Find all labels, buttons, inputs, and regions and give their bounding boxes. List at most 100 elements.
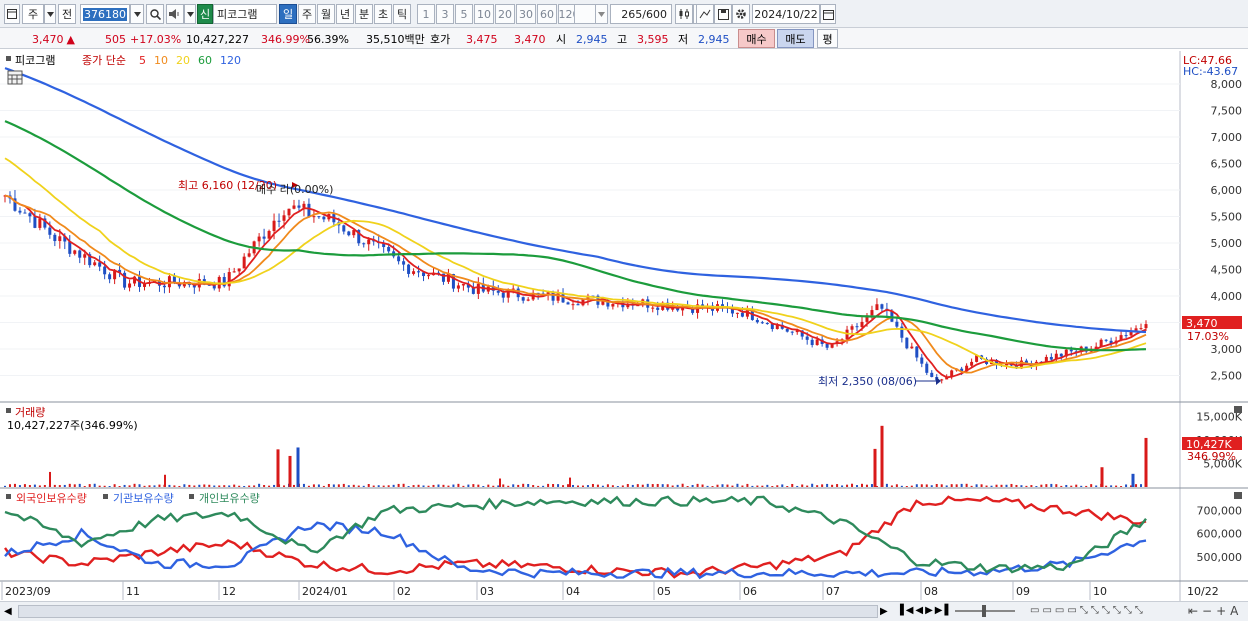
code-dropdown-icon[interactable] (130, 4, 144, 24)
volume-bar (1030, 485, 1033, 487)
interval-tab-1[interactable]: 1 (417, 4, 435, 24)
holding-handle-icon[interactable] (189, 494, 194, 499)
volume-bar (1035, 486, 1038, 487)
candle (1139, 328, 1143, 330)
volume-bar (616, 486, 619, 487)
volume-title: 거래량 (15, 406, 45, 419)
quote-label: 호가 (430, 33, 451, 46)
volume-bar (133, 483, 136, 487)
volume-bar (930, 485, 933, 487)
scroll-left-icon[interactable]: ◀ (4, 606, 12, 617)
volume-bar (890, 485, 893, 487)
low-label: 저 (678, 33, 689, 46)
holding-handle-icon[interactable] (6, 494, 11, 499)
holding-handle-icon[interactable] (103, 494, 108, 499)
volume-bar (138, 484, 141, 487)
period-tab-0[interactable]: 일 (279, 4, 297, 24)
x-label: 08 (924, 585, 938, 598)
volume-handle-icon[interactable] (6, 408, 11, 413)
price-tick: 2,500 (1211, 370, 1243, 383)
prev-code-button[interactable]: 전 (58, 4, 76, 24)
volume-bar (68, 483, 71, 487)
interval-dropdown-icon[interactable] (595, 4, 608, 24)
scroll-track[interactable] (18, 605, 878, 618)
period-tab-1[interactable]: 주 (298, 4, 316, 24)
volume-bar (283, 485, 286, 487)
volume-bar (801, 484, 804, 487)
volume-bar (502, 484, 505, 487)
candle-type-icon[interactable] (675, 4, 693, 24)
volume-bar (422, 485, 425, 487)
x-end-label: 10/22 (1187, 585, 1219, 598)
average-button[interactable]: 평 (817, 29, 838, 48)
stock-chart[interactable]: 8,000 7,500 7,000 6,500 6,000 5,500 5,000 4,500… (0, 51, 1248, 621)
low-price: 2,945 (698, 32, 730, 46)
volume-bar (78, 483, 81, 487)
candle (237, 268, 241, 272)
volume-bar (641, 484, 644, 487)
playback-controls[interactable]: ▐◀◀▶▶▌ (896, 605, 954, 616)
panel-grid-icon[interactable] (7, 70, 23, 85)
market-select[interactable]: 주 (22, 4, 44, 24)
interval-tab-3[interactable]: 3 (436, 4, 454, 24)
save-icon[interactable] (714, 4, 732, 24)
volume-bar (412, 485, 415, 487)
volume-bar (601, 485, 604, 487)
volume-bar (13, 483, 16, 487)
period-tab-4[interactable]: 분 (355, 4, 373, 24)
settings-gear-icon[interactable] (732, 4, 750, 24)
period-tab-5[interactable]: 초 (374, 4, 392, 24)
period-tab-6[interactable]: 틱 (393, 4, 411, 24)
candle (262, 236, 266, 239)
volume-bar (158, 484, 161, 487)
x-label: 05 (657, 585, 671, 598)
price-tick: 4,500 (1211, 264, 1243, 277)
draw-tool-icon[interactable] (696, 4, 714, 24)
period-tab-3[interactable]: 년 (336, 4, 354, 24)
holding-close-icon[interactable] (1234, 492, 1242, 499)
scroll-right-icon[interactable]: ▶ (880, 606, 888, 617)
bid-price: 3,470 (514, 32, 546, 46)
date-field[interactable]: 2024/10/22 (752, 4, 820, 24)
speaker-icon[interactable] (166, 4, 184, 24)
zoom-controls[interactable]: ⇤−+A (1188, 604, 1242, 618)
panel-handle-icon[interactable] (6, 56, 11, 61)
stock-name-field[interactable]: 피코그램 (213, 4, 277, 24)
candle (735, 312, 739, 314)
volume-bar (113, 484, 116, 487)
scroll-bar[interactable]: ◀ ▶ ▐◀◀▶▶▌ ▭▭▭▭⤡⤡⤡⤡⤡⤡ ⇤−+A (0, 601, 1248, 621)
stock-code-input[interactable]: 376180 (80, 4, 130, 24)
interval-tab-5[interactable]: 5 (455, 4, 473, 24)
period-tab-2[interactable]: 월 (317, 4, 335, 24)
sell-button[interactable]: 매도 (777, 29, 814, 48)
volume-bar (661, 484, 664, 487)
volume-bar (537, 485, 540, 487)
interval-tab-20[interactable]: 20 (495, 4, 515, 24)
candle (790, 331, 794, 333)
speaker-dropdown-icon[interactable] (184, 4, 196, 24)
volume-bar (33, 484, 36, 487)
holding-tick: 700,000 (1197, 505, 1243, 518)
volume-close-icon[interactable] (1234, 406, 1242, 413)
window-menu-icon[interactable] (4, 4, 20, 24)
volume-bar (407, 486, 410, 487)
market-dropdown-icon[interactable] (44, 4, 56, 24)
zoom-slider-handle[interactable] (982, 605, 986, 617)
search-icon[interactable] (146, 4, 164, 24)
interval-tab-30[interactable]: 30 (516, 4, 536, 24)
candle (427, 275, 431, 277)
volume-bar (920, 484, 923, 487)
volume-bar (1080, 485, 1083, 487)
interval-tab-60[interactable]: 60 (537, 4, 557, 24)
buy-button[interactable]: 매수 (738, 29, 775, 48)
volume-bar (1100, 467, 1104, 487)
volume-bar (437, 484, 440, 487)
bar-count-field[interactable]: 265/600 (610, 4, 672, 24)
chart-tool-icons[interactable]: ▭▭▭▭⤡⤡⤡⤡⤡⤡ (1030, 605, 1146, 616)
calendar-icon[interactable] (820, 4, 836, 24)
interval-tab-10[interactable]: 10 (474, 4, 494, 24)
volume-bar (791, 483, 794, 487)
volume-bar (631, 484, 634, 487)
high-label: 고 (617, 33, 628, 46)
volume-bar (362, 485, 365, 487)
